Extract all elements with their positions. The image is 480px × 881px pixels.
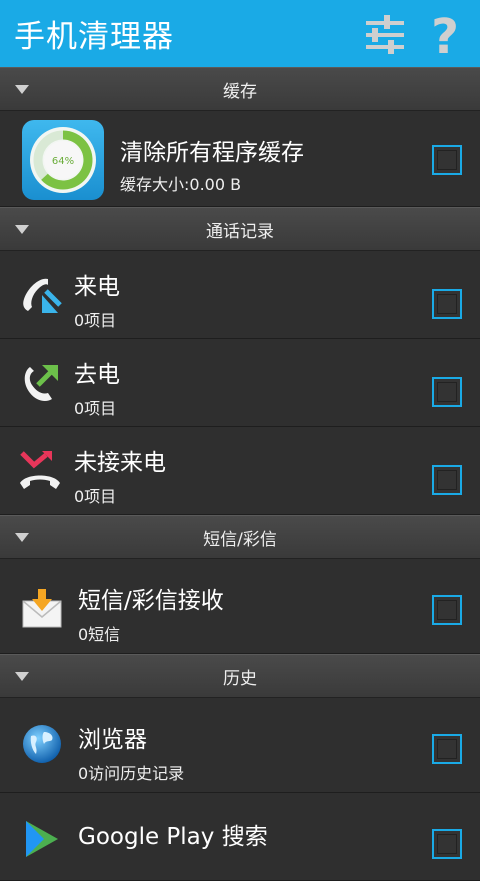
svg-text:?: ? <box>431 9 459 59</box>
list-item-clear-cache[interactable]: 64% 清除所有程序缓存 缓存大小:0.00 B <box>0 111 480 207</box>
item-subtitle: 缓存大小:0.00 B <box>120 175 242 194</box>
section-header-sms[interactable]: 短信/彩信 <box>0 515 480 559</box>
checkbox-missed-calls[interactable] <box>432 465 462 495</box>
incoming-call-icon <box>20 275 62 317</box>
outgoing-call-icon <box>20 361 62 403</box>
list-item-incoming-calls[interactable]: 来电 0项目 <box>0 251 480 339</box>
item-subtitle: 0项目 <box>74 399 117 418</box>
cache-gauge-icon: 64% <box>22 120 104 200</box>
checkbox-outgoing-calls[interactable] <box>432 377 462 407</box>
item-subtitle: 0项目 <box>74 311 117 330</box>
checkbox-sms-inbox[interactable] <box>432 595 462 625</box>
checkbox-clear-cache[interactable] <box>432 145 462 175</box>
checkbox-incoming-calls[interactable] <box>432 289 462 319</box>
list-item-play-search[interactable]: Google Play 搜索 <box>0 793 480 881</box>
section-label: 短信/彩信 <box>203 529 277 550</box>
collapse-triangle-icon <box>15 672 29 681</box>
collapse-triangle-icon <box>15 533 29 542</box>
browser-globe-icon <box>22 724 62 764</box>
gauge-percent-label: 64% <box>52 156 74 167</box>
section-label: 缓存 <box>223 81 257 102</box>
action-bar: 手机清理器 ? <box>0 0 480 67</box>
item-title: 浏览器 <box>78 727 147 753</box>
settings-button[interactable] <box>360 9 410 59</box>
list-item-outgoing-calls[interactable]: 去电 0项目 <box>0 339 480 427</box>
section-header-cache[interactable]: 缓存 <box>0 67 480 111</box>
item-subtitle: 0访问历史记录 <box>78 764 185 783</box>
missed-call-icon <box>18 449 62 493</box>
item-title: 来电 <box>74 274 120 300</box>
section-header-calls[interactable]: 通话记录 <box>0 207 480 251</box>
list-item-browser-history[interactable]: 浏览器 0访问历史记录 <box>0 698 480 793</box>
checkbox-play-search[interactable] <box>432 829 462 859</box>
list-item-missed-calls[interactable]: 未接来电 0项目 <box>0 427 480 515</box>
item-title: Google Play 搜索 <box>78 824 268 850</box>
section-label: 历史 <box>223 668 257 689</box>
item-title: 去电 <box>74 362 120 388</box>
item-title: 清除所有程序缓存 <box>120 140 304 166</box>
item-subtitle: 0项目 <box>74 487 117 506</box>
item-title: 短信/彩信接收 <box>78 588 224 614</box>
item-subtitle: 0短信 <box>78 625 121 644</box>
app-title: 手机清理器 <box>14 19 174 55</box>
checkbox-browser-history[interactable] <box>432 734 462 764</box>
help-button[interactable]: ? <box>420 9 470 65</box>
settings-sliders-icon <box>366 15 404 54</box>
item-title: 未接来电 <box>74 450 166 476</box>
google-play-icon <box>24 819 60 859</box>
collapse-triangle-icon <box>15 85 29 94</box>
list-item-sms-inbox[interactable]: 短信/彩信接收 0短信 <box>0 559 480 654</box>
help-question-icon: ? <box>431 9 459 65</box>
collapse-triangle-icon <box>15 225 29 234</box>
section-header-history[interactable]: 历史 <box>0 654 480 698</box>
section-label: 通话记录 <box>206 221 274 242</box>
sms-inbox-envelope-icon <box>22 587 62 629</box>
